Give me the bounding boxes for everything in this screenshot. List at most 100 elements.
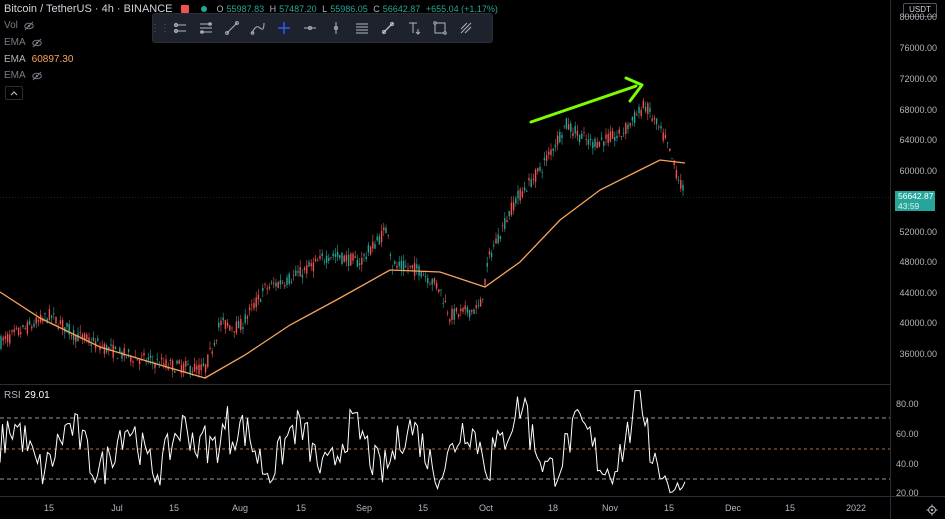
candle-body: [666, 142, 669, 144]
candle-body: [50, 315, 53, 318]
candle-body: [310, 263, 312, 267]
indicator-value: 60897.30: [31, 54, 74, 65]
candle-body: [158, 366, 161, 368]
candle-body: [517, 190, 519, 199]
lines-icon[interactable]: [349, 15, 375, 41]
candle-body: [347, 254, 350, 266]
candle-body: [471, 310, 473, 312]
candle-body: [385, 227, 387, 234]
candle-body: [255, 297, 257, 308]
candle-body: [154, 364, 156, 368]
candle-body: [136, 359, 139, 361]
indicator-vol[interactable]: Vol: [4, 20, 34, 31]
candle-body: [259, 299, 262, 302]
candle-body: [297, 271, 299, 273]
candle-body: [682, 184, 684, 191]
candle-body: [286, 277, 288, 285]
time-axis-label: Oct: [478, 503, 494, 513]
candle-body: [354, 256, 356, 258]
indicator-ema-1[interactable]: EMA: [4, 37, 42, 48]
candle-body: [420, 272, 422, 277]
candle-body: [365, 256, 367, 260]
candle-body: [622, 132, 625, 134]
price-axis-label: 52000.00: [899, 227, 937, 237]
vertical-line-icon[interactable]: [323, 15, 349, 41]
gear-icon[interactable]: [926, 504, 938, 516]
candle-body: [275, 282, 277, 287]
indicator-ema-3[interactable]: EMA: [4, 70, 42, 81]
candle-body: [477, 305, 480, 307]
candle-body: [592, 142, 594, 149]
parallel-channel-icon[interactable]: [193, 15, 219, 41]
indicator-ema-2[interactable]: EMA 60897.30: [4, 54, 73, 65]
candle-body: [303, 267, 306, 270]
candle-body: [407, 268, 409, 270]
candle-body: [119, 347, 121, 353]
candle-body: [253, 303, 255, 309]
horizontal-line-icon[interactable]: [297, 15, 323, 41]
candle-body: [644, 107, 647, 112]
candle-body: [363, 254, 365, 256]
candle-body: [596, 142, 598, 148]
candle-body: [251, 304, 253, 306]
candle-body: [226, 322, 229, 326]
text-icon[interactable]: [401, 15, 427, 41]
candle-body: [537, 168, 539, 172]
trend-line-icon[interactable]: [219, 15, 245, 41]
path-icon[interactable]: [245, 15, 271, 41]
candle-body: [70, 335, 73, 337]
candle-body: [191, 371, 194, 373]
hidden-eye-icon[interactable]: [24, 21, 34, 31]
candle-body: [530, 179, 532, 187]
candle-body: [6, 334, 9, 342]
candle-body: [325, 255, 328, 263]
hidden-eye-icon[interactable]: [31, 71, 42, 81]
candle-body: [543, 157, 546, 161]
candle-body: [526, 190, 528, 192]
candle-body: [53, 313, 55, 315]
candle-body: [266, 288, 268, 290]
chart-canvas[interactable]: [0, 0, 945, 519]
alert-icon[interactable]: [180, 5, 189, 13]
candle-body: [552, 148, 554, 151]
price-axis-label: 72000.00: [899, 74, 937, 84]
candle-body: [587, 139, 590, 145]
candle-body: [387, 234, 389, 236]
collapse-legend-button[interactable]: [5, 86, 23, 100]
hidden-eye-icon[interactable]: [31, 38, 42, 48]
candle-body: [372, 241, 374, 249]
candle-body: [292, 274, 295, 276]
rsi-value: 29.01: [24, 390, 50, 401]
symbol-title[interactable]: Bitcoin / TetherUS · 4h · BINANCE: [4, 3, 173, 15]
candle-body: [248, 307, 251, 311]
candle-body: [79, 331, 81, 333]
horizontal-ray-icon[interactable]: [167, 15, 193, 41]
candle-body: [589, 138, 592, 140]
time-axis-label: 15: [43, 503, 55, 513]
indicator-name: EMA: [4, 54, 26, 65]
candle-body: [57, 327, 59, 329]
toolbar-drag-handle[interactable]: ⋮⋮: [150, 15, 170, 41]
rectangle-icon[interactable]: [427, 15, 453, 41]
ema-line: [0, 159, 686, 379]
candle-body: [339, 255, 341, 259]
candle-body: [528, 177, 530, 181]
candle-body: [301, 274, 304, 278]
crosshair-icon[interactable]: [271, 15, 297, 41]
candle-body: [449, 319, 451, 322]
brush-icon[interactable]: [375, 15, 401, 41]
candle-body: [631, 117, 634, 121]
fullscreen-icon[interactable]: [453, 15, 479, 41]
candle-body: [383, 227, 385, 231]
candle-body: [68, 323, 70, 335]
price-axis-label: 36000.00: [899, 349, 937, 359]
rsi-legend[interactable]: RSI 29.01: [4, 390, 50, 401]
candle-body: [24, 328, 26, 329]
candle-body: [506, 220, 508, 223]
candle-body: [317, 260, 319, 262]
candle-body: [44, 313, 46, 315]
candle-body: [438, 289, 440, 292]
time-axis-label: 15: [784, 503, 796, 513]
candle-body: [563, 125, 565, 127]
price-axis-label: 60000.00: [899, 166, 937, 176]
